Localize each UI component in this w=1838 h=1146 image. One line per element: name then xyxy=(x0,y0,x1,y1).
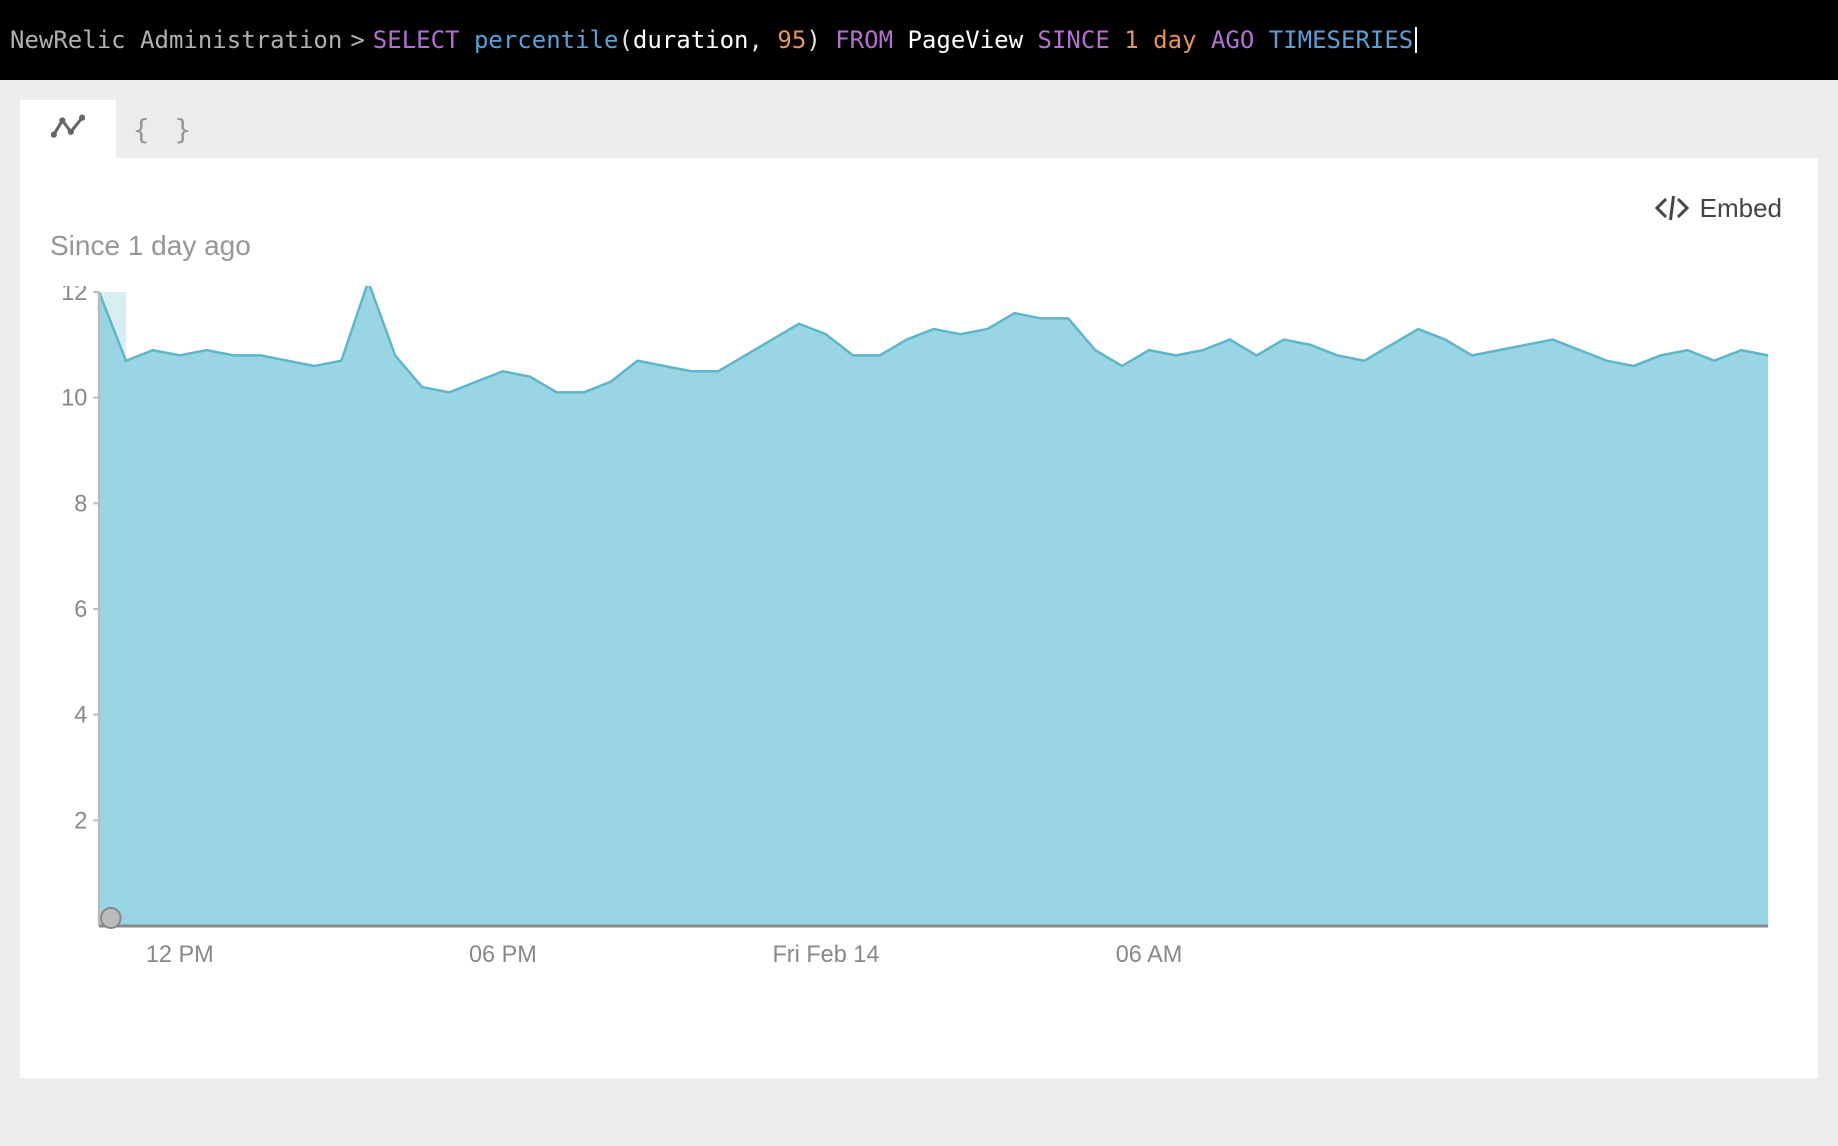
tab-json[interactable]: { } xyxy=(116,100,212,158)
chart-subtitle: Since 1 day ago xyxy=(50,230,1788,262)
svg-text:10: 10 xyxy=(61,385,87,411)
breadcrumb-separator: > xyxy=(350,26,364,54)
text-cursor xyxy=(1415,27,1417,53)
view-tabs: { } xyxy=(20,100,1818,158)
braces-icon: { } xyxy=(133,113,196,146)
chart-panel: Embed Since 1 day ago 2 4 6 8 10 12 12 PM 06 PM… xyxy=(20,158,1818,1078)
svg-text:06 PM: 06 PM xyxy=(469,942,537,968)
embed-button[interactable]: Embed xyxy=(1654,190,1782,226)
query-bar[interactable]: NewRelic Administration > SELECT percent… xyxy=(0,0,1838,80)
area-chart: 2 4 6 8 10 12 12 PM 06 PM Fri Feb 14 06 AM xyxy=(56,286,1778,986)
embed-label: Embed xyxy=(1700,193,1782,224)
svg-text:6: 6 xyxy=(74,597,87,623)
code-icon xyxy=(1654,190,1690,226)
svg-text:2: 2 xyxy=(74,808,87,834)
svg-text:06 AM: 06 AM xyxy=(1116,942,1183,968)
query-input[interactable]: SELECT percentile(duration, 95) FROM Pag… xyxy=(373,26,1413,54)
svg-text:8: 8 xyxy=(74,491,87,517)
tab-chart[interactable] xyxy=(20,100,116,158)
svg-text:4: 4 xyxy=(74,702,87,728)
chart-area[interactable]: 2 4 6 8 10 12 12 PM 06 PM Fri Feb 14 06 AM xyxy=(56,286,1778,986)
line-chart-icon xyxy=(51,112,85,146)
svg-text:Fri Feb 14: Fri Feb 14 xyxy=(772,942,879,968)
breadcrumb[interactable]: NewRelic Administration xyxy=(10,26,342,54)
svg-text:12 PM: 12 PM xyxy=(146,942,214,968)
svg-text:12: 12 xyxy=(61,286,87,306)
